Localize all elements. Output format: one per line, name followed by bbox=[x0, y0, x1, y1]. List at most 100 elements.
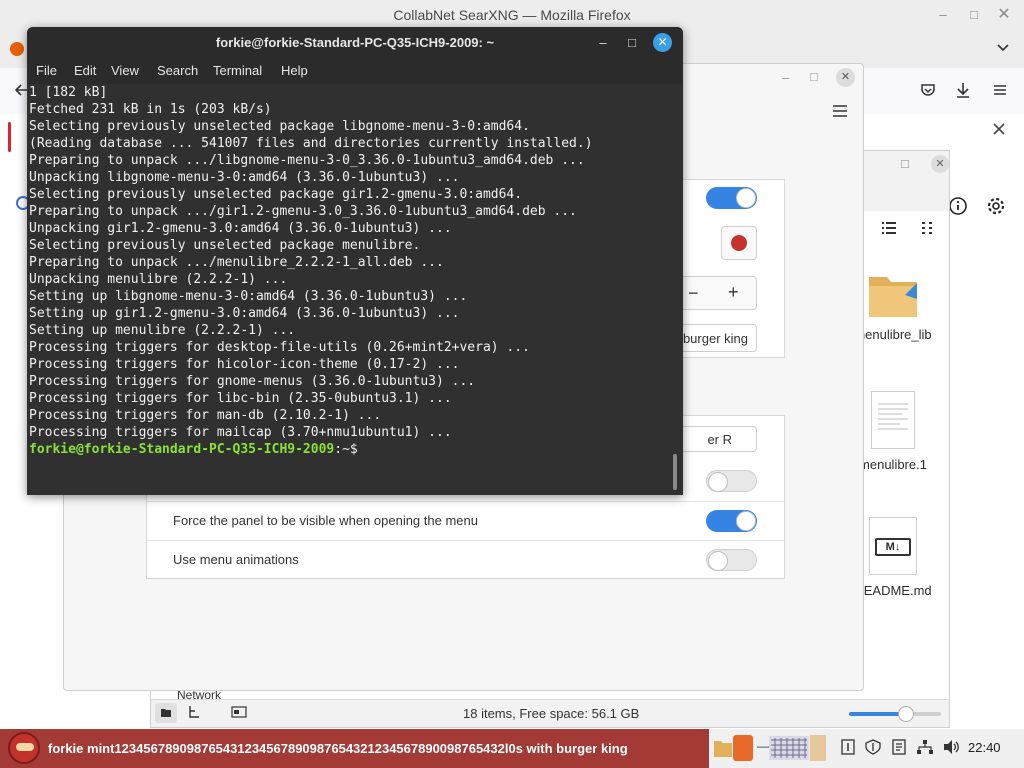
toggle-switch[interactable] bbox=[706, 470, 757, 492]
menu-animations-toggle[interactable] bbox=[706, 549, 757, 571]
hamburger-menu-icon[interactable] bbox=[832, 104, 848, 118]
terminal-titlebar: forkie@forkie-Standard-PC-Q35-ICH9-2009:… bbox=[27, 27, 683, 58]
menu-view[interactable]: View bbox=[111, 63, 139, 78]
compact-view-icon[interactable] bbox=[921, 221, 933, 235]
network-icon[interactable] bbox=[916, 739, 934, 755]
pref-row-force-panel[interactable]: Force the panel to be visible when openi… bbox=[147, 501, 784, 540]
clear-search-icon[interactable] bbox=[992, 122, 1006, 136]
terminal-line: Processing triggers for desktop-file-uti… bbox=[29, 340, 530, 355]
increase-icon[interactable]: + bbox=[728, 282, 739, 303]
terminal-window: forkie@forkie-Standard-PC-Q35-ICH9-2009:… bbox=[27, 27, 683, 495]
terminal-line: Preparing to unpack .../libgnome-menu-3-… bbox=[29, 153, 585, 168]
status-text: 18 items, Free space: 56.1 GB bbox=[463, 706, 640, 721]
terminal-line: Processing triggers for hicolor-icon-the… bbox=[29, 357, 460, 372]
firefox-tab-icon[interactable] bbox=[10, 42, 24, 56]
close-icon[interactable]: ✕ bbox=[931, 155, 949, 173]
places-toggle-icon[interactable] bbox=[155, 703, 177, 723]
minimize-icon[interactable]: – bbox=[594, 34, 612, 52]
terminal-line: 1 [182 kB] bbox=[29, 85, 108, 100]
hide-sidebar-icon[interactable] bbox=[231, 705, 247, 719]
folder-icon bbox=[869, 277, 917, 317]
icon-chooser-button[interactable] bbox=[721, 226, 757, 260]
searxng-accent-bar bbox=[8, 122, 11, 152]
keyboard-icon[interactable] bbox=[841, 739, 855, 755]
zoom-slider[interactable] bbox=[849, 706, 941, 722]
terminal-line: Selecting previously unselected package … bbox=[29, 119, 530, 134]
workspace-switcher[interactable] bbox=[769, 736, 809, 760]
firefox-window-title: CollabNet SearXNG — Mozilla Firefox bbox=[393, 7, 631, 23]
pocket-icon[interactable] bbox=[920, 82, 936, 98]
terminal-output[interactable]: 1 [182 kB] Fetched 231 kB in 1s (203 kB/… bbox=[27, 84, 683, 495]
maximize-icon[interactable]: □ bbox=[810, 69, 818, 84]
pref-row-label: Use menu animations bbox=[173, 552, 299, 567]
force-panel-toggle[interactable] bbox=[706, 510, 757, 532]
close-icon[interactable]: ✕ bbox=[653, 33, 672, 52]
chevron-down-icon[interactable] bbox=[996, 40, 1010, 54]
list-view-icon[interactable] bbox=[881, 221, 897, 235]
file-name: README.md bbox=[854, 583, 932, 598]
terminal-line: Unpacking libgnome-menu-3-0:amd64 (3.36.… bbox=[29, 170, 460, 185]
volume-icon[interactable] bbox=[943, 739, 961, 755]
terminal-line: Processing triggers for mailcap (3.70+nm… bbox=[29, 425, 452, 440]
decrease-icon[interactable]: − bbox=[688, 283, 699, 304]
minimize-icon[interactable]: – bbox=[782, 70, 789, 85]
terminal-launcher-icon[interactable]: — bbox=[757, 739, 769, 753]
terminal-line: Unpacking menulibre (2.2.2-1) ... bbox=[29, 272, 288, 287]
menu-search[interactable]: Search bbox=[157, 63, 198, 78]
terminal-line: Preparing to unpack .../gir1.2-gmenu-3.0… bbox=[29, 204, 577, 219]
maximize-icon[interactable]: □ bbox=[901, 156, 909, 171]
file-item[interactable]: M↓ README.md bbox=[853, 517, 933, 598]
notes-icon[interactable] bbox=[892, 739, 906, 755]
file-item[interactable]: menulibre.1 bbox=[853, 391, 933, 472]
terminal-line: Selecting previously unselected package … bbox=[29, 238, 421, 253]
terminal-line: Setting up gir1.2-gmenu-3.0:amd64 (3.36.… bbox=[29, 306, 460, 321]
terminal-line: Processing triggers for man-db (2.10.2-1… bbox=[29, 408, 382, 423]
close-icon[interactable]: ✕ bbox=[995, 6, 1013, 24]
terminal-prompt-suffix: :~$ bbox=[334, 442, 358, 457]
pref-row-menu-animations[interactable]: Use menu animations bbox=[147, 540, 784, 579]
terminal-line: Unpacking gir1.2-gmenu-3.0:amd64 (3.36.0… bbox=[29, 221, 452, 236]
terminal-line: Setting up menulibre (2.2.2-1) ... bbox=[29, 323, 296, 338]
minimize-icon[interactable]: – bbox=[934, 6, 952, 24]
size-stepper[interactable]: − + bbox=[677, 276, 757, 310]
info-icon[interactable] bbox=[948, 196, 968, 216]
maximize-icon[interactable]: □ bbox=[965, 6, 983, 24]
menu-file[interactable]: File bbox=[36, 63, 57, 78]
gear-icon[interactable] bbox=[986, 196, 1006, 216]
terminal-line: Fetched 231 kB in 1s (203 kB/s) bbox=[29, 102, 272, 117]
pref-row-label: Force the panel to be visible when openi… bbox=[173, 513, 478, 528]
terminal-prompt-line: forkie@forkie-Standard-PC-Q35-ICH9-2009:… bbox=[29, 441, 358, 458]
close-icon[interactable]: ✕ bbox=[836, 68, 855, 87]
tree-view-icon[interactable] bbox=[187, 705, 201, 719]
terminal-title: forkie@forkie-Standard-PC-Q35-ICH9-2009:… bbox=[215, 35, 495, 50]
terminal-line: Processing triggers for gnome-menus (3.3… bbox=[29, 374, 476, 389]
terminal-line: (Reading database ... 541007 files and d… bbox=[29, 136, 593, 151]
file-item[interactable]: menulibre_lib bbox=[853, 269, 933, 342]
menu-terminal[interactable]: Terminal bbox=[213, 63, 262, 78]
downloads-icon[interactable] bbox=[955, 82, 971, 98]
taskbar-panel: forkie mint12345678909876543123456789098… bbox=[0, 729, 1024, 768]
hotkey-field[interactable]: er R bbox=[677, 426, 757, 452]
terminal-scrollbar[interactable] bbox=[673, 454, 677, 490]
window-list-item[interactable] bbox=[810, 735, 826, 761]
menu-help[interactable]: Help bbox=[281, 63, 308, 78]
markdown-icon: M↓ bbox=[869, 517, 917, 575]
menu-applet-icon[interactable] bbox=[8, 732, 40, 764]
menu-edit[interactable]: Edit bbox=[74, 63, 96, 78]
hamburger-menu-icon[interactable] bbox=[992, 82, 1008, 98]
file-manager-header: □ ✕ bbox=[861, 151, 949, 234]
file-name: menulibre_lib bbox=[854, 327, 932, 342]
document-icon bbox=[871, 391, 915, 449]
firefox-launcher-icon[interactable] bbox=[733, 735, 753, 761]
menu-label-field[interactable]: burger king bbox=[677, 324, 757, 352]
clock[interactable]: 22:40 bbox=[968, 740, 1001, 755]
maximize-icon[interactable]: □ bbox=[623, 34, 641, 52]
terminal-line: Selecting previously unselected package … bbox=[29, 187, 523, 202]
firefox-titlebar: CollabNet SearXNG — Mozilla Firefox – □ … bbox=[0, 0, 1024, 30]
files-launcher-icon[interactable] bbox=[713, 735, 733, 761]
toggle-switch[interactable] bbox=[706, 187, 757, 209]
menu-applet-label[interactable]: forkie mint12345678909876543123456789098… bbox=[48, 741, 628, 756]
terminal-prompt: forkie@forkie-Standard-PC-Q35-ICH9-2009 bbox=[29, 442, 335, 457]
shield-icon[interactable] bbox=[865, 739, 881, 755]
file-name: menulibre.1 bbox=[859, 457, 927, 472]
